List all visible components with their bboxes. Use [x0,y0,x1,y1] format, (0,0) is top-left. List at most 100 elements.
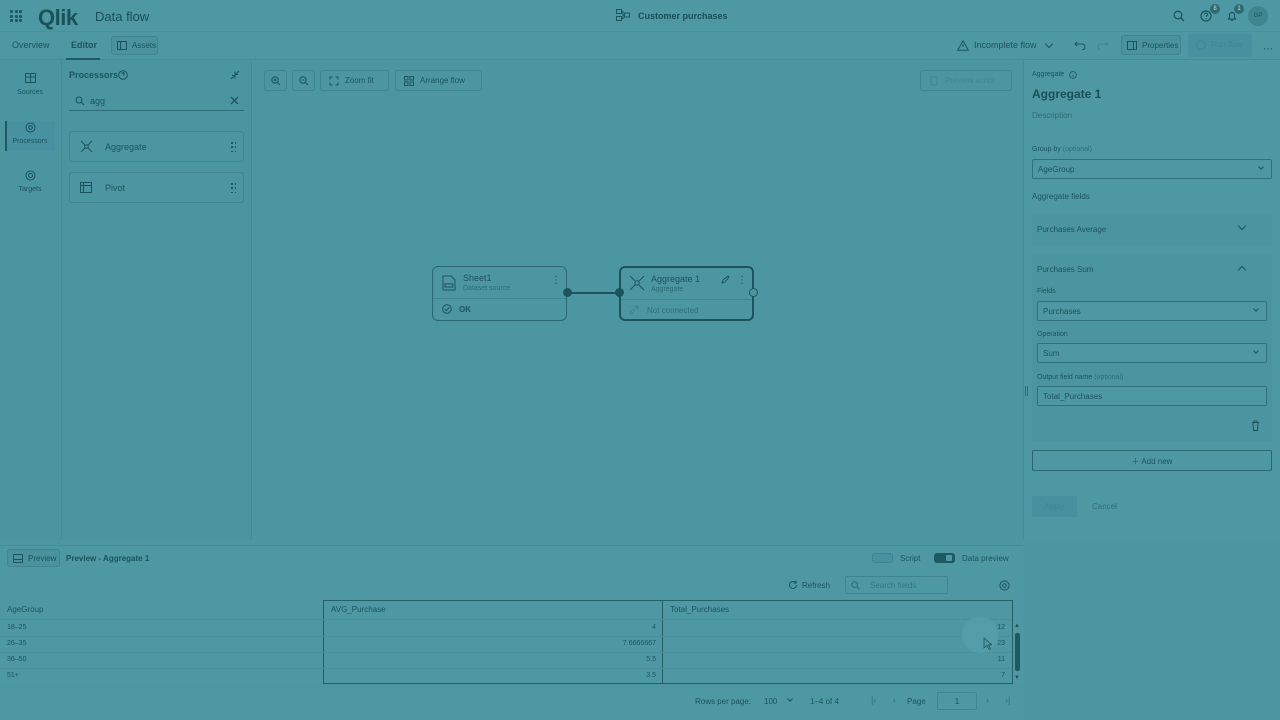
prev-page-icon[interactable]: ‹ [893,695,896,705]
tab-overview[interactable]: Overview [12,40,50,50]
table-cell: 36–50 [7,656,27,663]
zoom-out-button[interactable] [292,70,315,91]
preview-toggle-button[interactable]: Preview [7,549,60,567]
table-cell: 7 [1001,672,1005,679]
assets-button[interactable]: Assets [111,36,158,55]
flow-status[interactable]: Incomplete flow [974,40,1037,50]
table-cell: 23 [997,640,1005,647]
apply-button[interactable]: Apply [1032,496,1077,517]
tab-editor[interactable]: Editor [71,40,97,50]
preview-title: Preview - Aggregate 1 [66,554,150,563]
node-menu-icon[interactable]: ⋮ [737,275,747,286]
search-fields-input[interactable]: Search fields [845,576,948,594]
flow-title[interactable]: Customer purchases [638,11,728,21]
arrange-icon [404,76,414,86]
add-new-button[interactable]: ＋ Add new [1032,450,1272,471]
rows-per-page-select[interactable]: 100 [764,697,777,706]
nav-processors[interactable]: Processors [0,138,60,145]
operation-label: Operation [1037,331,1068,338]
avatar[interactable]: GP [1248,6,1268,26]
operation-select[interactable]: Sum [1037,343,1267,363]
script-toggle[interactable] [872,553,893,563]
vertical-scrollbar[interactable] [1015,633,1020,671]
column-header[interactable]: AgeGroup [7,605,43,614]
processor-search-input[interactable]: agg [69,93,244,111]
zoom-in-button[interactable] [264,70,287,91]
trash-icon[interactable] [1251,420,1260,431]
pivot-icon [80,182,92,193]
drag-handle-icon[interactable] [231,142,236,153]
scroll-down-icon[interactable]: ▼ [1014,675,1020,681]
info-icon[interactable] [1069,71,1077,79]
run-flow-button[interactable]: Run flow [1188,34,1252,57]
table-cell: 18–25 [7,624,27,631]
page-range: 1–4 of 4 [810,697,839,706]
zoom-fit-button[interactable]: Zoom fit [320,70,389,91]
chevron-down-icon [1258,164,1264,170]
input-port[interactable] [615,288,624,297]
next-page-icon[interactable]: › [986,695,989,705]
flow-node-aggregate[interactable]: Aggregate 1 Aggregate ⋮ Not connected [619,266,754,321]
description-field[interactable]: Description [1032,111,1072,120]
flow-node-sheet1[interactable]: Sheet1 Dataset source ⋮ OK [432,266,567,321]
app-name: Data flow [95,9,150,24]
node-subtitle: Dataset source [463,285,511,292]
app-grid-icon[interactable] [10,10,22,22]
run-flow-label: Run flow [1211,40,1243,49]
edit-icon[interactable] [721,275,730,284]
fit-icon [329,76,339,86]
preview-header [0,545,1023,573]
settings-icon[interactable] [999,580,1010,591]
page-input[interactable]: 1 [937,692,977,710]
output-field-input[interactable]: Total_Purchases [1037,386,1267,406]
more-icon[interactable]: ⋯ [1263,44,1274,55]
rows-per-page-label: Rows per page: [695,697,752,706]
undo-icon[interactable] [1074,40,1086,50]
zoom-fit-label: Zoom fit [345,76,374,85]
properties-button[interactable]: Properties [1121,35,1181,55]
link-icon [629,305,639,315]
search-value: agg [90,96,106,106]
cancel-button[interactable]: Cancel [1092,502,1117,511]
nav-targets[interactable]: Targets [0,186,60,193]
preview-script-button[interactable]: Preview script [920,70,1012,91]
collapse-icon[interactable] [230,70,240,80]
arrange-flow-button[interactable]: Arrange flow [395,70,482,91]
refresh-icon [789,580,797,589]
redo-icon[interactable] [1097,40,1109,50]
panel-icon [13,554,23,563]
check-circle-icon [442,304,452,314]
node-menu-icon[interactable]: ⋮ [551,275,561,286]
search-icon [75,96,85,106]
aggregate-icon [80,140,93,153]
node-divider [433,298,566,299]
data-preview-toggle[interactable] [934,553,955,563]
chevron-down-icon [1253,348,1259,354]
clear-icon[interactable] [230,96,239,105]
output-port[interactable] [749,288,758,297]
column-header[interactable]: AVG_Purchase [331,605,386,614]
panel-icon [1127,41,1137,50]
drag-handle-icon[interactable] [231,183,236,194]
fields-select[interactable]: Purchases [1037,301,1267,321]
refresh-button[interactable]: Refresh [802,581,830,590]
scroll-up-icon[interactable]: ▲ [1014,623,1020,629]
resize-handle[interactable] [1025,386,1028,396]
last-page-icon[interactable]: ›| [1005,695,1010,705]
group-by-select[interactable]: AgeGroup [1032,159,1272,179]
column-header[interactable]: Total_Purchases [670,605,729,614]
row-divider [0,636,1012,637]
nav-sources[interactable]: Sources [0,89,60,96]
processor-item-pivot[interactable]: Pivot [69,172,244,203]
help-icon[interactable] [118,70,128,80]
node-divider [621,299,752,300]
table-cell: 11 [997,656,1005,663]
first-page-icon[interactable]: |‹ [871,695,876,705]
aggregate-field-name: Purchases Average [1037,225,1107,234]
processor-item-aggregate[interactable]: Aggregate [69,131,244,162]
search-icon[interactable] [1173,10,1185,22]
aggregate-icon [629,275,645,291]
output-port[interactable] [563,288,572,297]
table-cell: 12 [997,624,1005,631]
processor-name[interactable]: Aggregate 1 [1032,87,1101,101]
